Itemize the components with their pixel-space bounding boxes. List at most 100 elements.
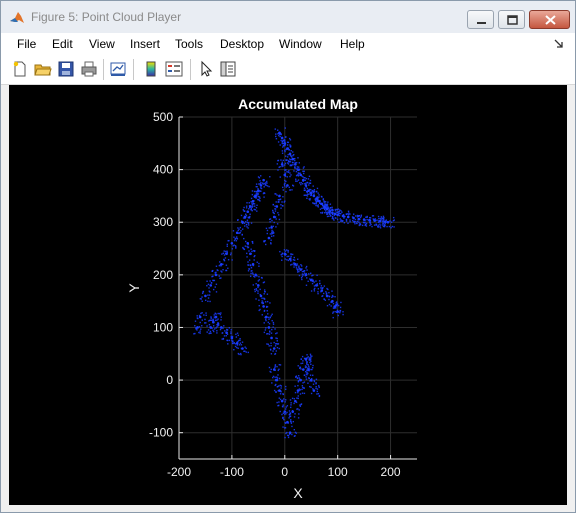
point-cloud-dot (284, 408, 287, 410)
point-cloud-dot (331, 213, 334, 216)
point-cloud-dot (272, 225, 274, 228)
point-cloud-dot (297, 391, 299, 394)
point-cloud-dot (293, 264, 295, 266)
point-cloud-dot (274, 384, 276, 387)
point-cloud-dot (300, 362, 302, 365)
point-cloud-dot (264, 329, 267, 331)
point-cloud-dot (274, 376, 276, 378)
point-cloud-dot (259, 180, 261, 182)
menu-tools[interactable]: Tools (175, 37, 203, 51)
point-cloud-dot (299, 404, 301, 406)
menu-desktop[interactable]: Desktop (220, 37, 264, 51)
menu-help[interactable]: Help (340, 37, 365, 51)
point-cloud-dot (335, 307, 337, 309)
point-cloud-dot (297, 375, 300, 377)
point-cloud-dot (296, 166, 299, 168)
save-icon[interactable] (57, 60, 75, 78)
point-cloud-dot (306, 269, 308, 271)
point-cloud-dot (265, 243, 267, 246)
point-cloud-dot (310, 392, 313, 395)
point-cloud-dot (209, 291, 211, 293)
print-icon[interactable] (80, 60, 98, 78)
point-cloud-dot (256, 190, 259, 192)
menu-edit[interactable]: Edit (52, 37, 73, 51)
point-cloud-dot (263, 331, 266, 334)
point-cloud-dot (290, 419, 292, 421)
point-cloud-dot (207, 297, 210, 299)
point-cloud-dot (255, 298, 257, 300)
menu-window[interactable]: Window (279, 37, 322, 51)
point-cloud-dot (220, 265, 222, 267)
point-cloud-dot (351, 219, 354, 222)
y-tick-label: 500 (153, 110, 173, 124)
point-cloud-dot (219, 328, 222, 331)
menu-view[interactable]: View (89, 37, 115, 51)
point-cloud-dot (246, 202, 248, 204)
point-cloud-dot (196, 315, 198, 317)
point-cloud-dot (378, 217, 380, 220)
point-cloud-dot (285, 180, 287, 183)
point-cloud-dot (198, 331, 200, 334)
point-cloud-dot (281, 150, 284, 152)
point-cloud-dot (358, 214, 360, 217)
point-cloud-dot (305, 378, 308, 380)
point-cloud-dot (293, 398, 296, 400)
insert-colorbar-icon[interactable] (142, 60, 160, 78)
point-cloud-dot (272, 350, 274, 352)
point-cloud-dot (265, 316, 267, 318)
menu-insert[interactable]: Insert (130, 37, 160, 51)
point-cloud-dot (280, 391, 282, 393)
point-cloud-dot (333, 219, 335, 221)
open-icon[interactable] (34, 60, 52, 78)
point-cloud-dot (212, 320, 214, 322)
point-cloud-dot (321, 287, 323, 289)
point-cloud-dot (206, 331, 208, 333)
point-cloud-dot (301, 275, 304, 277)
point-cloud-dot (356, 222, 358, 225)
point-cloud-dot (313, 379, 315, 382)
point-cloud-dot (284, 139, 286, 141)
point-cloud-dot (292, 259, 295, 261)
point-cloud-dot (392, 219, 395, 222)
point-cloud-dot (301, 388, 303, 391)
edit-plot-icon[interactable] (197, 60, 215, 78)
accumulated-map-chart[interactable]: -200 -100 0 100 200 -100 0 100 200 300 400 500 Accu… (9, 85, 567, 505)
point-cloud-dot (258, 196, 261, 198)
point-cloud-dot (275, 218, 277, 220)
point-cloud-dot (250, 270, 252, 272)
plot-area[interactable]: -200 -100 0 100 200 -100 0 100 200 300 400 500 Accu… (9, 85, 567, 505)
title-bar[interactable]: Figure 5: Point Cloud Player (1, 1, 575, 33)
point-cloud-dot (250, 248, 252, 250)
new-figure-icon[interactable] (11, 60, 29, 78)
point-cloud-dot (289, 406, 292, 409)
point-cloud-dot (263, 186, 265, 188)
point-cloud-dot (256, 210, 258, 212)
point-cloud-dot (266, 293, 269, 295)
point-cloud-dot (334, 213, 337, 216)
point-cloud-dot (237, 352, 240, 355)
minimize-button[interactable] (467, 10, 494, 29)
point-cloud-dot (268, 323, 271, 325)
maximize-button[interactable] (498, 10, 525, 29)
point-cloud-dot (252, 284, 254, 286)
point-cloud-dot (265, 318, 267, 320)
insert-legend-icon[interactable] (165, 60, 183, 78)
point-cloud-dot (263, 240, 266, 243)
point-cloud-dot (240, 353, 242, 356)
toolbar-separator (190, 59, 191, 80)
menu-file[interactable]: File (17, 37, 36, 51)
point-cloud-dot (210, 332, 212, 334)
property-inspector-icon[interactable] (219, 60, 237, 78)
dock-arrow-icon[interactable] (554, 39, 564, 49)
point-cloud-dot (268, 185, 270, 188)
point-cloud-dot (250, 267, 253, 269)
point-cloud-dot (199, 321, 201, 324)
point-cloud-dot (289, 139, 292, 141)
point-cloud-dot (284, 258, 286, 260)
point-cloud-dot (306, 191, 308, 194)
link-plot-icon[interactable] (109, 60, 127, 78)
point-cloud-dot (287, 141, 290, 144)
close-button[interactable] (529, 10, 570, 29)
point-cloud-dot (244, 240, 247, 243)
data-point (262, 305, 265, 308)
